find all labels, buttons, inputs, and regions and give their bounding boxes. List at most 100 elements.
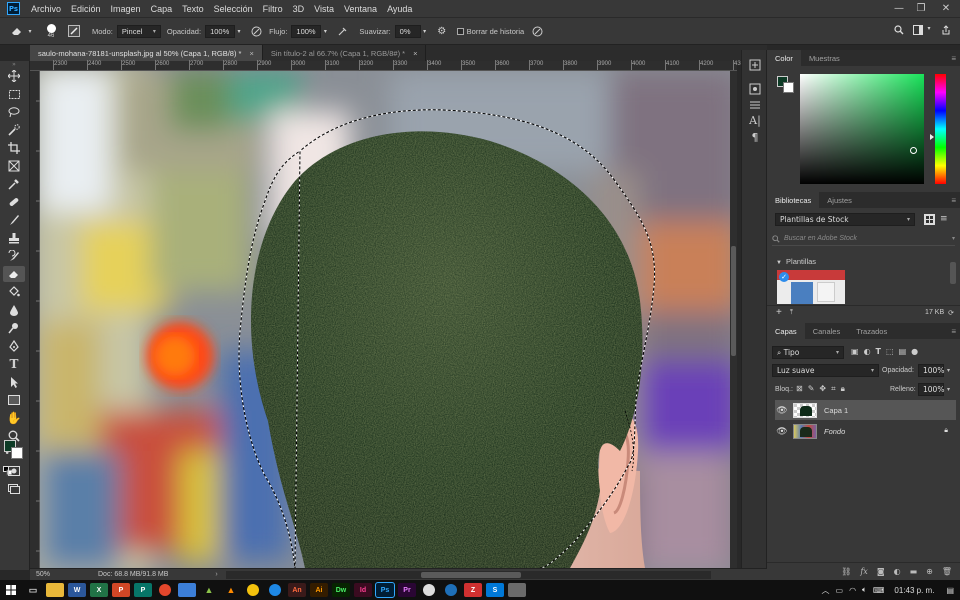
fill-field[interactable]: 100% bbox=[918, 383, 944, 396]
eye-icon[interactable]: 👁︎ bbox=[775, 426, 789, 437]
battery-icon[interactable]: ▭ bbox=[836, 586, 844, 595]
flow-field[interactable]: 100% bbox=[291, 24, 322, 38]
tab-document-2[interactable]: Sin título-2 al 66.7% (Capa 1, RGB/8#) *… bbox=[263, 45, 427, 61]
gear-icon[interactable]: ⚙ bbox=[435, 26, 449, 37]
brush-preset-picker[interactable]: 46 bbox=[40, 23, 62, 39]
close-tab-icon[interactable]: × bbox=[413, 49, 417, 58]
menu-archivo[interactable]: Archivo bbox=[26, 4, 66, 14]
menu-edicion[interactable]: Edición bbox=[66, 4, 106, 14]
history-panel-icon[interactable] bbox=[747, 58, 763, 72]
paint-bucket-tool-icon[interactable] bbox=[3, 284, 25, 300]
tab-document-1[interactable]: saulo-mohana-78181-unsplash.jpg al 50% (… bbox=[30, 45, 263, 61]
tab-channels[interactable]: Canales bbox=[805, 323, 849, 339]
symmetry-icon[interactable] bbox=[530, 26, 544, 37]
smoothing-chevron-icon[interactable]: ▾ bbox=[421, 28, 429, 35]
layer-name[interactable]: Capa 1 bbox=[824, 406, 848, 415]
close-window-button[interactable]: ✕ bbox=[935, 0, 957, 17]
panel-menu-icon[interactable]: ≡ bbox=[951, 54, 956, 63]
taskbar-app-photoshop[interactable]: Ps bbox=[375, 582, 395, 598]
brush-tool-icon[interactable] bbox=[3, 212, 25, 228]
color-picker-handle[interactable] bbox=[910, 147, 917, 154]
libraries-scrollbar[interactable] bbox=[950, 262, 956, 284]
filezilla-icon[interactable]: Z bbox=[464, 583, 482, 597]
layer-name[interactable]: Fondo bbox=[824, 427, 845, 436]
history-checkbox[interactable] bbox=[456, 27, 464, 35]
taskbar-app-indesign[interactable]: Id bbox=[354, 583, 372, 597]
document-canvas[interactable] bbox=[40, 71, 730, 568]
blend-mode-select[interactable]: Luz suave ▾ bbox=[772, 364, 879, 377]
healing-brush-tool-icon[interactable] bbox=[3, 194, 25, 210]
taskbar-app-illustrator[interactable]: Ai bbox=[310, 583, 328, 597]
opacity-field[interactable]: 100% bbox=[205, 24, 236, 38]
menu-filtro[interactable]: Filtro bbox=[258, 4, 288, 14]
menu-vista[interactable]: Vista bbox=[309, 4, 339, 14]
vertical-scrollbar[interactable] bbox=[730, 71, 737, 568]
paragraph-panel-icon[interactable]: ¶ bbox=[747, 130, 763, 144]
wifi-icon[interactable]: ◠ bbox=[849, 586, 856, 595]
airbrush-icon[interactable] bbox=[335, 26, 349, 37]
chevron-up-icon[interactable]: ︿ bbox=[822, 585, 830, 596]
panel-menu-icon[interactable]: ≡ bbox=[951, 327, 956, 336]
lock-position-icon[interactable]: ✥ bbox=[819, 384, 826, 394]
search-icon[interactable] bbox=[893, 25, 905, 35]
taskbar-app-skype[interactable]: S bbox=[486, 583, 504, 597]
quick-mask-icon[interactable] bbox=[3, 463, 25, 479]
vlc-icon[interactable]: ▲ bbox=[222, 583, 240, 597]
chevron-down-icon[interactable]: ▾ bbox=[947, 367, 950, 374]
lock-pixels-icon[interactable]: ✎ bbox=[808, 384, 815, 394]
scrollbar-thumb[interactable] bbox=[420, 571, 521, 578]
eraser-tool-icon[interactable] bbox=[3, 266, 25, 282]
stock-search[interactable]: Buscar en Adobe Stock ▾ bbox=[772, 232, 955, 246]
properties-panel-icon[interactable] bbox=[747, 82, 763, 96]
taskbar-app-word[interactable]: W bbox=[68, 583, 86, 597]
menu-ventana[interactable]: Ventana bbox=[339, 4, 382, 14]
shape-filter-icon[interactable]: ⬚ bbox=[886, 347, 894, 356]
taskbar-app-excel[interactable]: X bbox=[90, 583, 108, 597]
background-color-swatch[interactable] bbox=[11, 447, 23, 459]
pixel-filter-icon[interactable]: ▣ bbox=[851, 347, 859, 356]
menu-imagen[interactable]: Imagen bbox=[106, 4, 146, 14]
menu-ayuda[interactable]: Ayuda bbox=[382, 4, 417, 14]
template-thumbnail[interactable]: ✓ bbox=[777, 270, 845, 304]
smoothing-field[interactable]: 0% bbox=[394, 24, 421, 38]
tab-libraries[interactable]: Bibliotecas bbox=[767, 192, 820, 208]
character-panel-icon[interactable]: A| bbox=[747, 113, 763, 127]
file-explorer-icon[interactable] bbox=[46, 583, 64, 597]
move-tool-icon[interactable] bbox=[3, 68, 25, 84]
share-icon[interactable] bbox=[940, 25, 952, 35]
windows-start-icon[interactable] bbox=[0, 580, 22, 600]
taskbar-app-publisher[interactable]: P bbox=[134, 583, 152, 597]
list-view-icon[interactable]: ≡ bbox=[940, 214, 951, 225]
layer-style-icon[interactable]: fx bbox=[860, 567, 867, 576]
notifications-icon[interactable]: ▤ bbox=[946, 586, 954, 595]
menu-3d[interactable]: 3D bbox=[288, 4, 310, 14]
menu-texto[interactable]: Texto bbox=[177, 4, 209, 14]
hand-tool-icon[interactable]: ✋ bbox=[3, 410, 25, 426]
screen-mode-icon[interactable] bbox=[3, 481, 25, 497]
new-group-icon[interactable]: ▬ bbox=[910, 567, 918, 576]
keyboard-icon[interactable]: ⌨︎ bbox=[873, 586, 885, 595]
generic-app-icon[interactable] bbox=[508, 583, 526, 597]
layer-row-fondo[interactable]: 👁︎ Fondo 🔒︎ bbox=[775, 421, 956, 441]
templates-section-header[interactable]: ▼ Plantillas bbox=[776, 257, 816, 266]
add-library-item-icon[interactable]: + bbox=[776, 307, 782, 318]
taskbar-app-powerpoint[interactable]: P bbox=[112, 583, 130, 597]
eyedropper-tool-icon[interactable] bbox=[3, 176, 25, 192]
volume-icon[interactable]: 🔈︎ bbox=[862, 585, 867, 595]
new-layer-icon[interactable]: ⊕ bbox=[926, 567, 933, 576]
layer-filter-select[interactable]: ⌕ Tipo ▾ bbox=[772, 346, 844, 359]
link-layers-icon[interactable]: ⛓︎ bbox=[841, 567, 851, 576]
tab-adjustments[interactable]: Ajustes bbox=[819, 192, 860, 208]
settings-app-icon[interactable] bbox=[445, 584, 457, 596]
restore-button[interactable]: ❐ bbox=[910, 0, 932, 17]
chevron-down-icon[interactable]: ▾ bbox=[947, 386, 950, 393]
frame-tool-icon[interactable] bbox=[3, 158, 25, 174]
menu-capa[interactable]: Capa bbox=[146, 4, 178, 14]
lock-artboard-icon[interactable]: ⌗ bbox=[831, 384, 836, 394]
crop-tool-icon[interactable] bbox=[3, 140, 25, 156]
clone-stamp-tool-icon[interactable] bbox=[3, 230, 25, 246]
rectangle-tool-icon[interactable] bbox=[3, 392, 25, 408]
workspace-chevron-icon[interactable]: ▾ bbox=[925, 25, 933, 32]
clock[interactable]: 01:43 p. m. bbox=[894, 586, 934, 595]
color-field[interactable] bbox=[800, 74, 924, 184]
